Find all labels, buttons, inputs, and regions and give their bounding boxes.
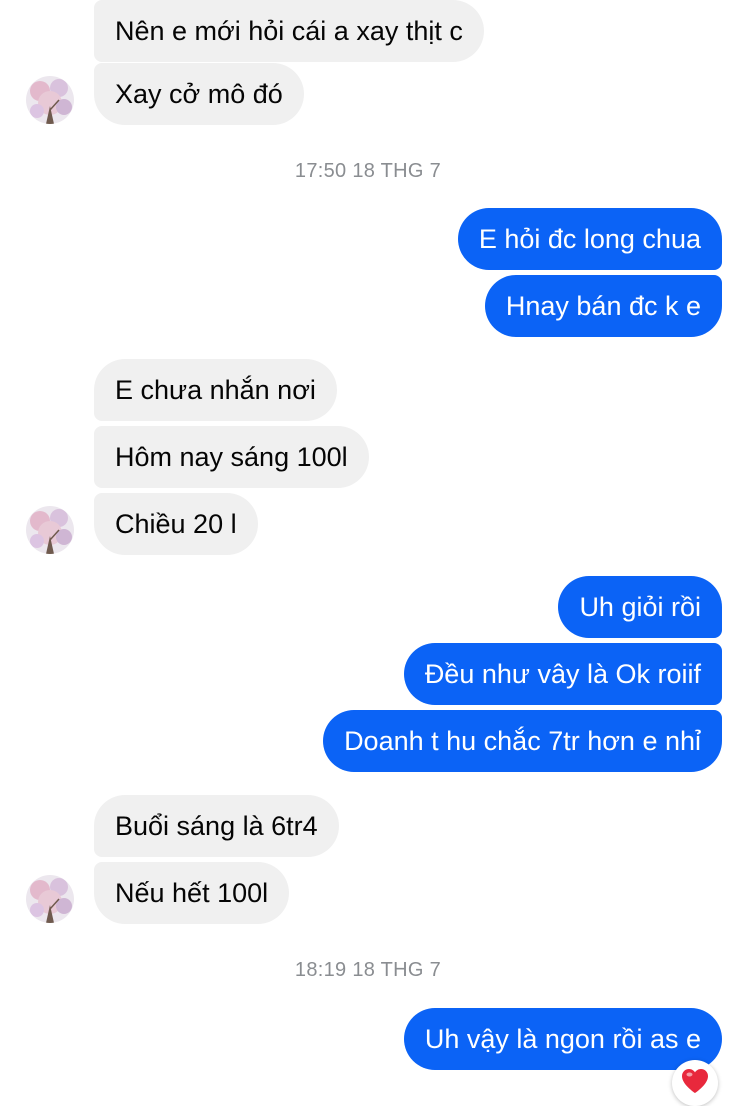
heart-icon	[682, 1069, 708, 1093]
message-text: E chưa nhắn nơi	[115, 374, 316, 405]
message-bubble-outgoing[interactable]: Đều như vây là Ok roiif	[403, 643, 722, 705]
message-bubble-outgoing[interactable]: Doanh t hu chắc 7tr hơn e nhỉ	[323, 710, 722, 772]
message-bubble-outgoing[interactable]: E hỏi đc long chua	[457, 208, 722, 270]
message-text: E hỏi đc long chua	[478, 223, 701, 254]
message-thread: Nên e mới hỏi cái a xay thịt c Xay cở mô…	[0, 0, 736, 1106]
message-bubble-outgoing[interactable]: Hnay bán đc k e	[484, 275, 722, 337]
message-reaction[interactable]	[672, 1060, 718, 1106]
message-text: Xay cở mô đó	[115, 78, 283, 109]
message-text: Uh vậy là ngon rồi as e	[424, 1023, 701, 1054]
contact-avatar[interactable]	[26, 875, 74, 923]
message-text: Buổi sáng là 6tr4	[115, 810, 318, 841]
message-text: Nên e mới hỏi cái a xay thịt c	[115, 15, 463, 46]
contact-avatar[interactable]	[26, 506, 74, 554]
message-text: Hnay bán đc k e	[505, 290, 701, 321]
message-bubble-incoming[interactable]: Hôm nay sáng 100l	[94, 426, 369, 488]
timestamp: 18:19 18 THG 7	[294, 959, 442, 981]
message-text: Doanh t hu chắc 7tr hơn e nhỉ	[344, 725, 701, 756]
message-bubble-incoming[interactable]: Xay cở mô đó	[94, 63, 304, 125]
message-bubble-incoming[interactable]: Nên e mới hỏi cái a xay thịt c	[94, 0, 484, 62]
message-bubble-outgoing[interactable]: Uh giỏi rồi	[558, 576, 722, 638]
message-bubble-incoming[interactable]: Buổi sáng là 6tr4	[94, 795, 339, 857]
message-bubble-incoming[interactable]: E chưa nhắn nơi	[94, 359, 337, 421]
message-bubble-outgoing[interactable]: Uh vậy là ngon rồi as e	[403, 1008, 722, 1070]
contact-avatar[interactable]	[26, 76, 74, 124]
message-bubble-incoming[interactable]: Chiều 20 l	[94, 493, 258, 555]
message-bubble-incoming[interactable]: Nếu hết 100l	[94, 862, 290, 924]
message-text: Chiều 20 l	[115, 508, 237, 539]
message-text: Nếu hết 100l	[115, 877, 269, 908]
message-text: Uh giỏi rồi	[579, 591, 701, 622]
timestamp: 17:50 18 THG 7	[294, 160, 442, 182]
message-text: Đều như vây là Ok roiif	[424, 658, 701, 689]
message-text: Hôm nay sáng 100l	[115, 441, 348, 472]
